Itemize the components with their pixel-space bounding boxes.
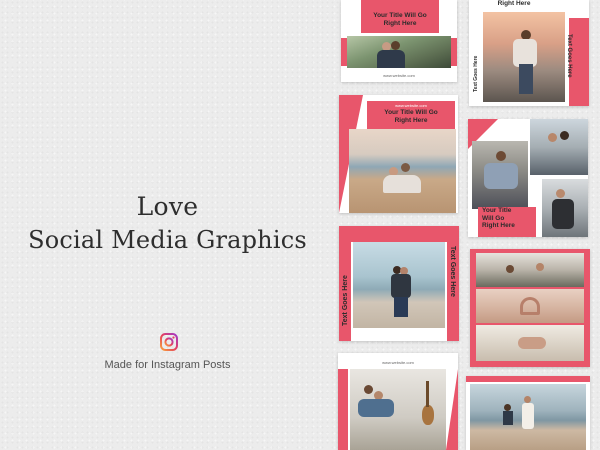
- template-card-5: Text Goes Here Text Goes Here: [339, 226, 459, 341]
- card3-url: www.website.com: [395, 103, 427, 108]
- template-card-8: [466, 376, 590, 450]
- couple-photo: [483, 12, 565, 102]
- card4-title-line3: Right Here: [482, 222, 515, 229]
- beach-couple-photo: [353, 242, 445, 328]
- card2-vertical-text-left: Text Goes Here: [473, 55, 479, 92]
- card2-vertical-text: Text Goes Here: [566, 34, 572, 78]
- card4-title-line1: Your Title: [482, 207, 512, 214]
- card5-vertical-text-left: Text Goes Here: [342, 275, 349, 326]
- hands-heart-photo: [476, 289, 584, 323]
- hero-title-line1: Love: [136, 192, 199, 221]
- couple-photo: [472, 141, 528, 209]
- instagram-icon: [160, 333, 178, 351]
- template-card-7: www.website.com: [338, 353, 458, 450]
- card3-title-line2: Right Here: [394, 117, 428, 124]
- card2-title: Right Here: [497, 0, 531, 7]
- template-card-6: [470, 249, 590, 367]
- card7-url: www.website.com: [382, 360, 414, 365]
- template-card-1: Your Title Will Go Right Here www.websit…: [341, 0, 457, 82]
- beach-couple-photo: [349, 129, 456, 213]
- hero-section: Love Social Media Graphics Made for Inst…: [0, 0, 335, 450]
- template-card-3: www.website.com Your Title Will Go Right…: [339, 95, 458, 213]
- template-card-2: Right Here Text Goes Here Text Goes Here: [469, 0, 589, 106]
- couple-photo: [530, 119, 588, 175]
- card1-url: www.website.com: [383, 73, 415, 78]
- couple-photo: [476, 253, 584, 287]
- card4-title-line2: Will Go: [482, 214, 505, 222]
- couple-photo: [542, 179, 588, 237]
- card1-title-line2: Right Here: [383, 20, 417, 27]
- proposal-beach-photo: [470, 384, 586, 450]
- card3-title-line1: Your Title Will Go: [384, 109, 438, 116]
- couple-guitar-photo: [350, 369, 446, 450]
- card1-title-line1: Your Title Will Go: [373, 12, 427, 19]
- hero-subtitle: Made for Instagram Posts: [104, 359, 231, 371]
- hero-title-line2: Social Media Graphics: [28, 226, 307, 254]
- card5-vertical-text-right: Text Goes Here: [449, 246, 456, 297]
- couple-photo: [347, 36, 451, 68]
- holding-hands-photo: [476, 325, 584, 361]
- template-card-4: Your Title Will Go Right Here: [468, 119, 588, 237]
